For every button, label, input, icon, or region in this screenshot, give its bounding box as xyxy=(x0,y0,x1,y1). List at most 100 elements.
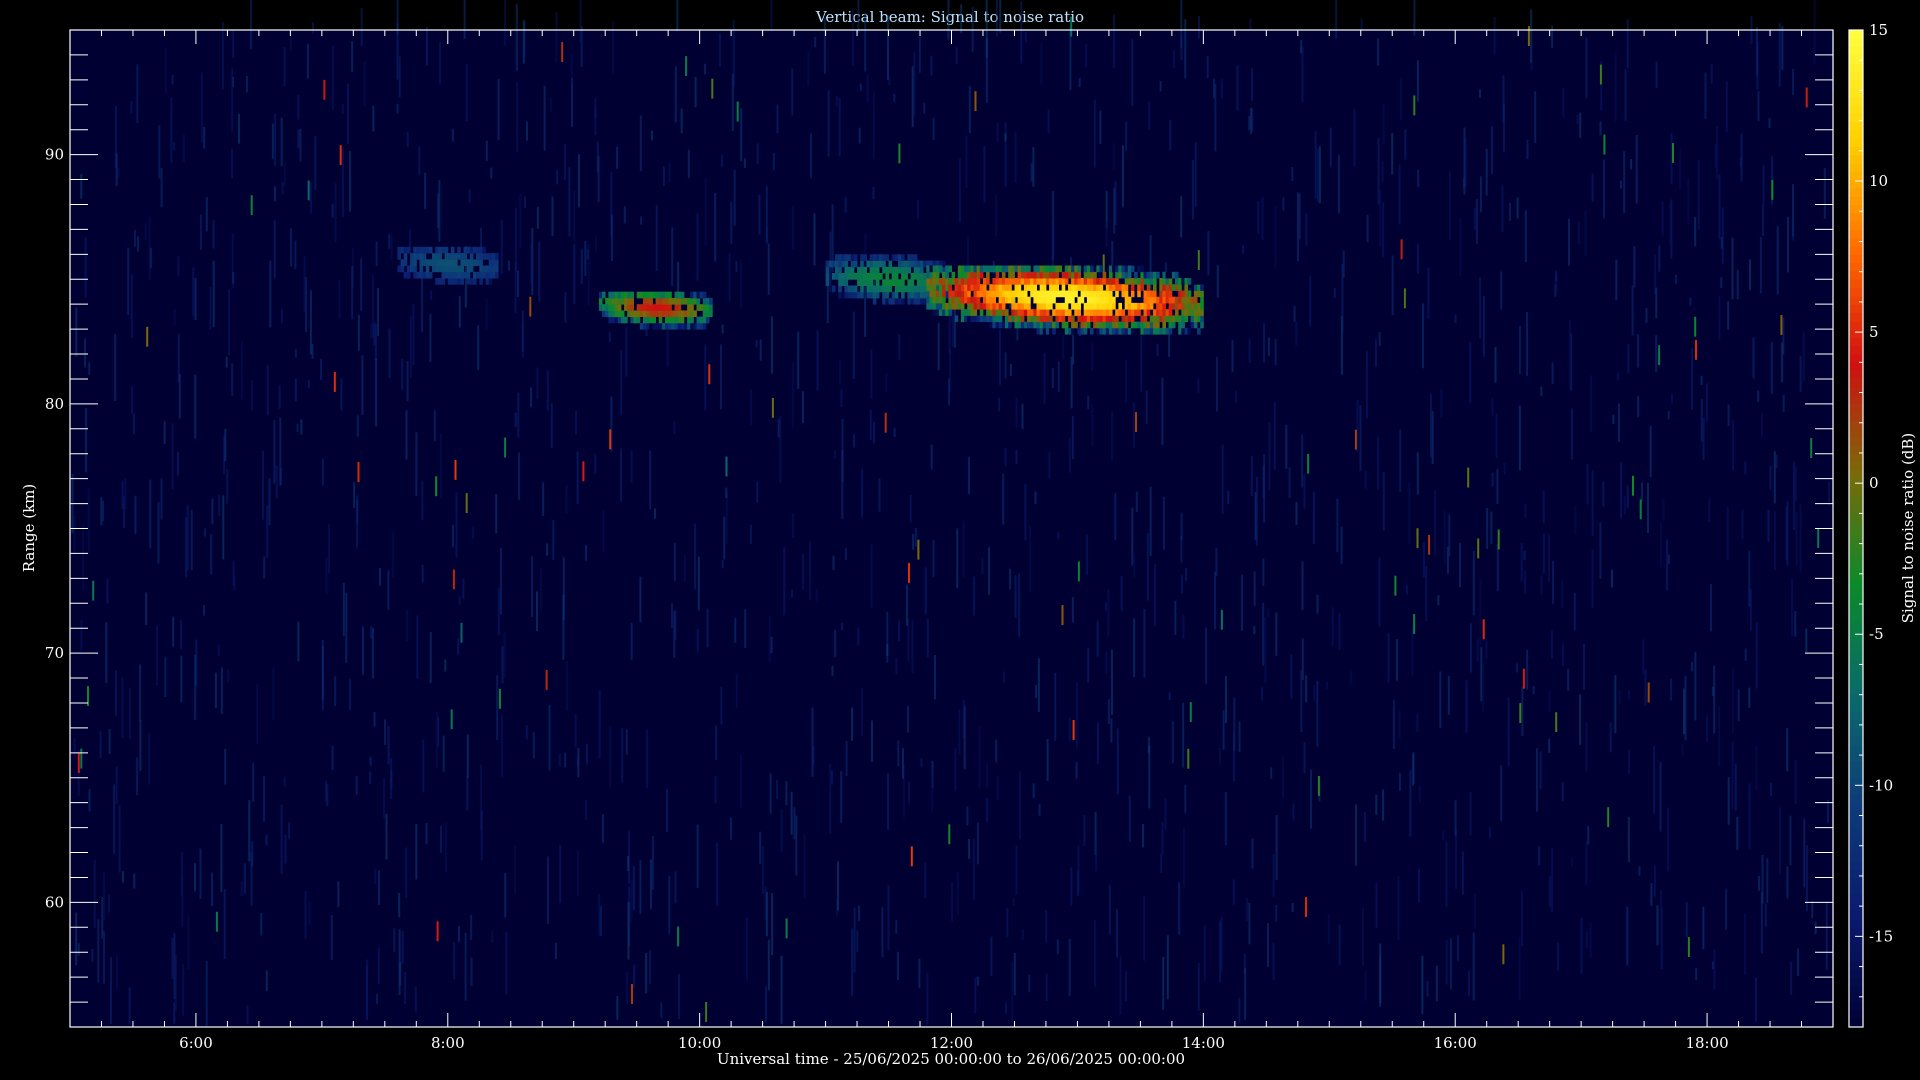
noise-streak xyxy=(1720,277,1723,288)
noise-streak xyxy=(1656,905,1659,946)
echo-cell xyxy=(1042,309,1047,316)
noise-streak xyxy=(514,845,516,895)
noise-streak xyxy=(932,117,935,140)
noise-streak xyxy=(750,389,753,425)
noise-streak xyxy=(851,928,854,996)
echo-cell xyxy=(400,246,405,254)
noise-streak xyxy=(1267,608,1270,617)
echo-cell xyxy=(1178,327,1182,335)
echo-cell xyxy=(1017,271,1022,279)
echo-cell xyxy=(926,296,930,304)
noise-streak xyxy=(1495,413,1498,458)
echo-cell xyxy=(460,253,464,260)
noise-streak xyxy=(1799,355,1802,393)
noise-streak xyxy=(1105,651,1108,674)
echo-cell xyxy=(1061,278,1066,285)
noise-streak xyxy=(571,77,573,127)
echo-cell xyxy=(1071,296,1075,304)
noise-streak xyxy=(131,386,134,414)
echo-cell xyxy=(1086,321,1091,329)
echo-cell xyxy=(643,304,647,311)
noise-streak xyxy=(514,412,517,427)
noise-speckle xyxy=(1305,897,1307,917)
colorbar-swatch xyxy=(1849,968,1863,978)
noise-streak xyxy=(212,220,215,249)
echo-cell xyxy=(983,296,987,304)
echo-cell xyxy=(1017,265,1022,273)
echo-cell xyxy=(403,259,408,266)
echo-cell xyxy=(435,259,439,266)
noise-streak xyxy=(1408,482,1411,544)
noise-streak xyxy=(425,823,428,844)
noise-streak xyxy=(1365,351,1368,419)
echo-cell xyxy=(1030,278,1034,285)
echo-cell xyxy=(1064,278,1069,285)
noise-streak xyxy=(1767,510,1770,542)
noise-streak xyxy=(858,905,861,922)
noise-streak xyxy=(1216,264,1219,298)
noise-streak xyxy=(974,977,977,1013)
echo-cell xyxy=(1146,290,1151,298)
echo-cell xyxy=(983,321,987,329)
echo-cell xyxy=(643,316,647,324)
noise-streak xyxy=(1272,942,1275,980)
echo-cell xyxy=(907,297,911,305)
x-tick-label: 14:00 xyxy=(1182,1034,1225,1052)
echo-cell xyxy=(1093,290,1097,298)
noise-streak xyxy=(314,135,317,190)
noise-streak xyxy=(366,959,369,1020)
noise-streak xyxy=(274,113,277,167)
noise-streak xyxy=(1263,454,1266,523)
noise-streak xyxy=(575,410,578,435)
noise-streak xyxy=(1579,112,1582,138)
noise-streak xyxy=(1590,375,1593,432)
noise-streak xyxy=(1316,680,1319,747)
echo-cell xyxy=(1115,290,1119,298)
echo-cell xyxy=(1093,315,1097,323)
colorbar-swatch xyxy=(1849,320,1863,330)
echo-cell xyxy=(1124,321,1129,329)
echo-cell xyxy=(1181,315,1185,323)
echo-cell xyxy=(1096,302,1100,310)
noise-streak xyxy=(1641,482,1643,502)
echo-cell xyxy=(627,304,631,311)
echo-cell xyxy=(488,265,493,273)
noise-streak xyxy=(194,863,196,892)
noise-streak xyxy=(1440,388,1443,418)
noise-streak xyxy=(930,55,933,76)
noise-streak xyxy=(1337,155,1340,214)
colorbar-tick-label: 5 xyxy=(1869,323,1879,341)
colorbar-swatch xyxy=(1849,237,1863,247)
echo-cell xyxy=(992,296,996,304)
echo-cell xyxy=(1074,271,1078,279)
noise-streak xyxy=(251,379,254,412)
noise-streak xyxy=(421,480,424,520)
noise-streak xyxy=(452,525,454,547)
noise-streak xyxy=(833,450,836,459)
noise-streak xyxy=(1454,314,1457,324)
noise-streak xyxy=(579,0,582,43)
noise-streak xyxy=(1792,226,1795,241)
noise-streak xyxy=(124,478,127,510)
echo-cell xyxy=(1058,302,1063,310)
echo-cell xyxy=(910,254,915,261)
echo-cell xyxy=(416,271,420,279)
noise-streak xyxy=(1768,117,1771,128)
echo-cell xyxy=(850,254,855,261)
echo-cell xyxy=(1055,290,1059,298)
noise-streak xyxy=(1068,938,1071,997)
echo-cell xyxy=(1090,271,1094,279)
echo-cell xyxy=(835,260,839,268)
echo-cell xyxy=(913,254,918,261)
noise-streak xyxy=(233,574,236,591)
echo-cell xyxy=(954,290,959,298)
echo-cell xyxy=(1049,302,1053,310)
noise-streak xyxy=(114,670,117,716)
noise-streak xyxy=(1148,745,1151,809)
echo-cell xyxy=(938,290,943,298)
echo-cell xyxy=(425,265,430,273)
echo-cell xyxy=(1108,265,1113,273)
echo-cell xyxy=(1071,271,1075,279)
noise-streak xyxy=(1085,44,1088,68)
echo-cell xyxy=(957,284,962,291)
